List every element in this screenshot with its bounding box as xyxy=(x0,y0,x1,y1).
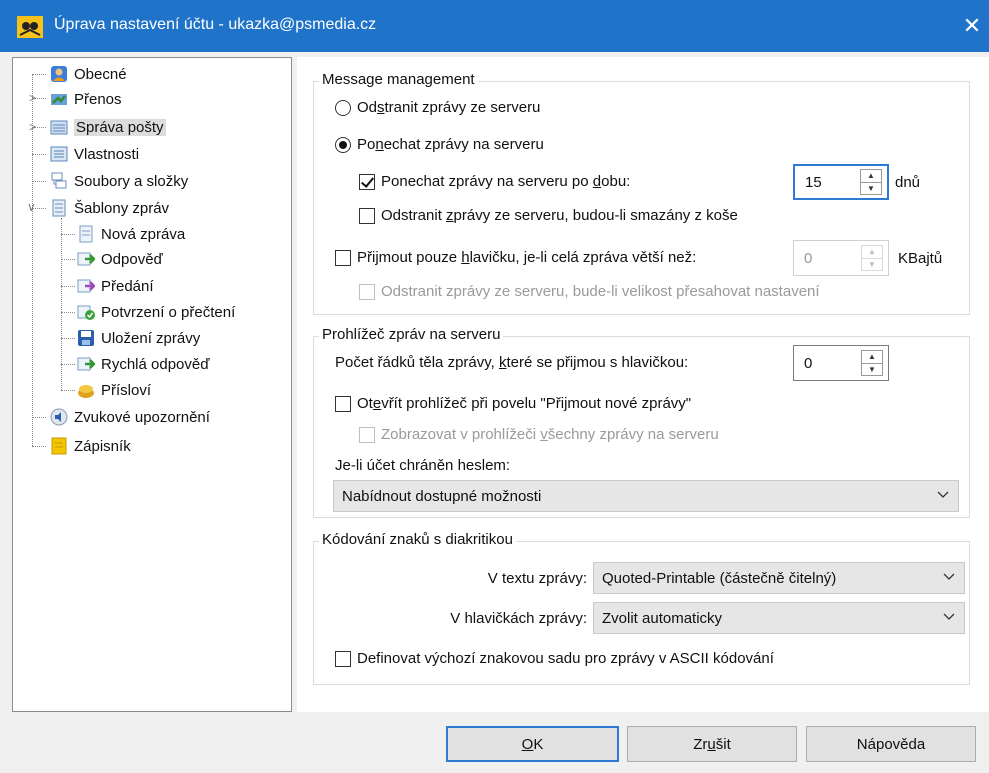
chevron-down-icon xyxy=(943,573,955,580)
headers-only-unit: KBajtů xyxy=(898,250,943,267)
tree-item-files-folders[interactable]: Soubory a složky xyxy=(50,169,188,193)
server-browser-title: Prohlížeč zpráv na serveru xyxy=(319,326,504,343)
body-lines-stepper[interactable]: 0 ▲ ▼ xyxy=(793,345,889,381)
tree-item-general[interactable]: Obecné xyxy=(50,62,127,86)
user-icon xyxy=(51,66,67,82)
open-browser-option[interactable]: Otevřít prohlížeč při povelu "Přijmout n… xyxy=(335,395,691,412)
keep-days-stepper[interactable]: 15 ▲ ▼ xyxy=(793,164,889,200)
help-button[interactable]: Nápověda xyxy=(806,726,976,762)
remove-from-server-option[interactable]: Odstranit zprávy ze serveru xyxy=(335,99,540,116)
password-label: Je-li účet chráněn heslem: xyxy=(335,457,511,474)
remove-size-checkbox[interactable] xyxy=(359,283,375,300)
cancel-button[interactable]: Zrušit xyxy=(627,726,797,762)
properties-icon xyxy=(50,146,68,162)
speaker-icon xyxy=(50,408,68,426)
tree-item-transfer[interactable]: Přenos xyxy=(50,87,122,111)
tree-item-new-message[interactable]: Nová zpráva xyxy=(77,222,185,246)
header-encoding-label: V hlavičkách zprávy: xyxy=(450,610,587,627)
proverb-icon xyxy=(78,385,94,398)
tree-item-forward[interactable]: Předání xyxy=(77,274,154,298)
title-bar: Úprava nastavení účtu - ukazka@psmedia.c… xyxy=(0,0,989,52)
expand-transfer-icon[interactable]: > xyxy=(29,91,36,105)
keep-on-server-radio[interactable] xyxy=(335,136,351,153)
remove-trash-checkbox[interactable] xyxy=(359,207,375,224)
spin-up-icon[interactable]: ▲ xyxy=(862,351,882,363)
headers-only-checkbox[interactable] xyxy=(335,249,351,266)
tree-item-notepad[interactable]: Zápisník xyxy=(50,434,131,458)
spin-up-icon[interactable]: ▲ xyxy=(861,170,881,182)
quick-reply-icon xyxy=(77,357,95,371)
password-select[interactable]: Nabídnout dostupné možnosti xyxy=(333,480,959,512)
header-encoding-select[interactable]: Zvolit automaticky xyxy=(593,602,965,634)
tree-item-templates[interactable]: Šablony zpráv xyxy=(50,196,169,220)
spin-up-icon[interactable]: ▲ xyxy=(862,246,882,258)
templates-icon xyxy=(52,199,66,217)
collapse-templates-icon[interactable]: ∨ xyxy=(27,200,36,214)
read-receipt-icon xyxy=(77,305,95,320)
spin-down-icon[interactable]: ▼ xyxy=(862,363,882,376)
reply-icon xyxy=(77,252,95,266)
settings-tree: > > ∨ Obecné Přenos Správa pošty Vlastno… xyxy=(12,57,292,712)
chevron-down-icon xyxy=(937,491,949,498)
tree-item-proverb[interactable]: Přísloví xyxy=(77,378,151,402)
tree-item-sound[interactable]: Zvukové upozornění xyxy=(50,405,210,429)
define-charset-checkbox[interactable] xyxy=(335,650,351,667)
settings-panel: Message management Odstranit zprávy ze s… xyxy=(297,57,989,712)
mail-management-icon xyxy=(50,120,68,135)
encoding-title: Kódování znaků s diakritikou xyxy=(319,531,516,548)
forward-icon xyxy=(77,279,95,293)
message-management-title: Message management xyxy=(319,71,478,88)
keep-on-server-option[interactable]: Ponechat zprávy na serveru xyxy=(335,136,544,153)
folders-icon xyxy=(51,172,67,189)
expand-mail-management-icon[interactable]: > xyxy=(29,120,36,134)
close-icon[interactable]: ✕ xyxy=(955,10,989,42)
tree-item-mail-management[interactable]: Správa pošty xyxy=(50,115,166,139)
spin-down-icon[interactable]: ▼ xyxy=(862,258,882,271)
keep-days-checkbox[interactable] xyxy=(359,173,375,190)
spin-down-icon[interactable]: ▼ xyxy=(861,182,881,195)
body-encoding-label: V textu zprávy: xyxy=(487,570,587,587)
define-charset-option[interactable]: Definovat výchozí znakovou sadu pro zprá… xyxy=(335,650,774,667)
open-browser-checkbox[interactable] xyxy=(335,395,351,412)
show-all-option[interactable]: Zobrazovat v prohlížeči všechny zprávy n… xyxy=(359,426,719,443)
new-message-icon xyxy=(79,225,93,243)
save-message-icon xyxy=(78,330,94,346)
notepad-icon xyxy=(51,437,67,455)
transfer-icon xyxy=(51,94,67,105)
tree-item-quick-reply[interactable]: Rychlá odpověď xyxy=(77,352,209,376)
show-all-checkbox[interactable] xyxy=(359,426,375,443)
window-title: Úprava nastavení účtu - ukazka@psmedia.c… xyxy=(54,16,377,33)
tree-item-read-receipt[interactable]: Potvrzení o přečtení xyxy=(77,300,235,324)
tree-item-properties[interactable]: Vlastnosti xyxy=(50,142,139,166)
chevron-down-icon xyxy=(943,613,955,620)
keep-days-option[interactable]: Ponechat zprávy na serveru po dobu: xyxy=(359,173,630,190)
body-encoding-select[interactable]: Quoted-Printable (částečně čitelný) xyxy=(593,562,965,594)
remove-size-option[interactable]: Odstranit zprávy ze serveru, bude-li vel… xyxy=(359,283,954,300)
remove-trash-option[interactable]: Odstranit zprávy ze serveru, budou-li sm… xyxy=(359,207,738,224)
headers-only-option[interactable]: Přijmout pouze hlavičku, je-li celá zprá… xyxy=(335,249,696,266)
remove-from-server-radio[interactable] xyxy=(335,99,351,116)
ok-button[interactable]: OK xyxy=(446,726,619,762)
app-icon xyxy=(17,16,43,38)
keep-days-unit: dnů xyxy=(895,174,921,191)
headers-only-stepper[interactable]: 0 ▲ ▼ xyxy=(793,240,889,276)
body-lines-label: Počet řádků těla zprávy, které se přijmo… xyxy=(335,354,689,371)
tree-item-reply[interactable]: Odpověď xyxy=(77,247,163,271)
tree-item-save-message[interactable]: Uložení zprávy xyxy=(77,326,200,350)
